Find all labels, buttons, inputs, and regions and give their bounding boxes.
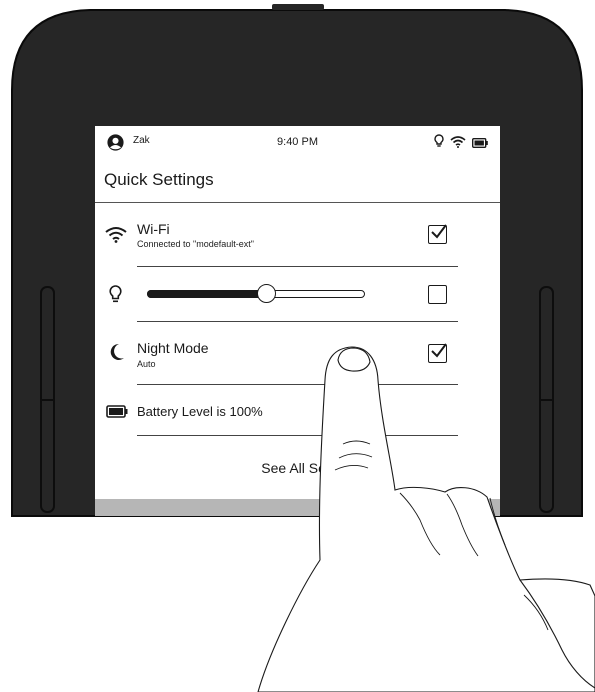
finger-illustration — [257, 346, 595, 692]
